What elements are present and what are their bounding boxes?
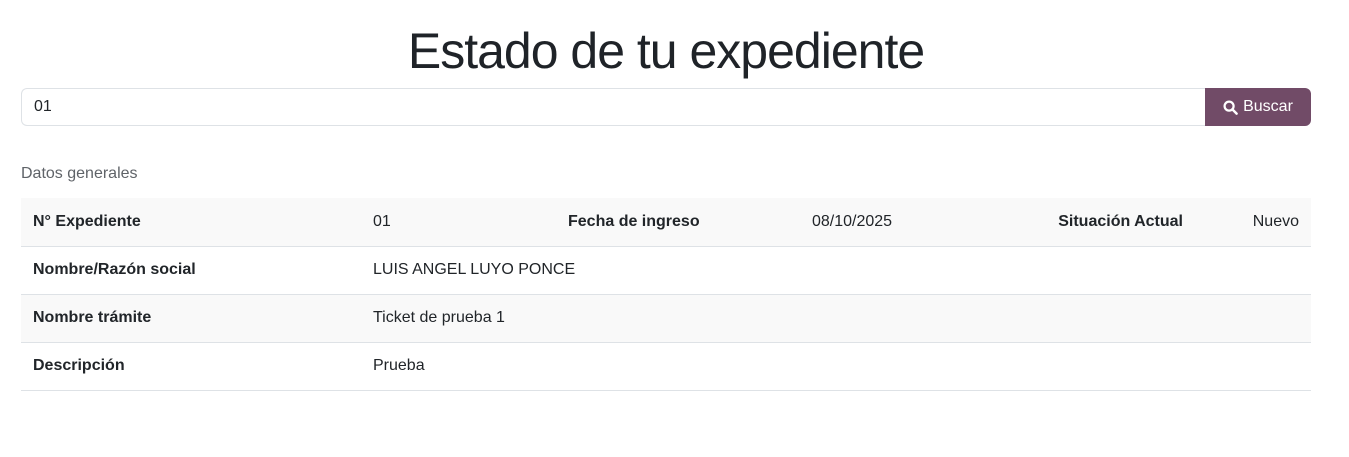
- page-title: Estado de tu expediente: [407, 23, 925, 79]
- nombre-value: LUIS ANGEL LUYO PONCE: [361, 246, 1311, 295]
- situacion-value: Nuevo: [1195, 198, 1311, 247]
- descripcion-label: Descripción: [21, 342, 361, 391]
- search-bar: Buscar: [21, 88, 1311, 126]
- table-row: Descripción Prueba: [21, 342, 1311, 391]
- fecha-label: Fecha de ingreso: [556, 198, 800, 247]
- tramite-value: Ticket de prueba 1: [361, 294, 1311, 343]
- nombre-label: Nombre/Razón social: [21, 246, 361, 295]
- search-button-label: Buscar: [1243, 98, 1293, 115]
- search-icon: [1223, 99, 1238, 115]
- expediente-value: 01: [361, 198, 556, 247]
- fecha-value: 08/10/2025: [800, 198, 1029, 247]
- table-row: N° Expediente 01 Fecha de ingreso 08/10/…: [21, 198, 1311, 247]
- page: Estado de tu expediente Buscar Datos gen…: [0, 0, 1349, 457]
- expediente-label: N° Expediente: [21, 198, 361, 247]
- section-label: Datos generales: [21, 165, 138, 182]
- table-row: Nombre/Razón social LUIS ANGEL LUYO PONC…: [21, 246, 1311, 295]
- details-table: N° Expediente 01 Fecha de ingreso 08/10/…: [21, 198, 1311, 391]
- search-button[interactable]: Buscar: [1205, 88, 1311, 126]
- search-input[interactable]: [21, 88, 1205, 126]
- situacion-label: Situación Actual: [1029, 198, 1195, 247]
- table-row: Nombre trámite Ticket de prueba 1: [21, 294, 1311, 343]
- tramite-label: Nombre trámite: [21, 294, 361, 343]
- descripcion-value: Prueba: [361, 342, 1311, 391]
